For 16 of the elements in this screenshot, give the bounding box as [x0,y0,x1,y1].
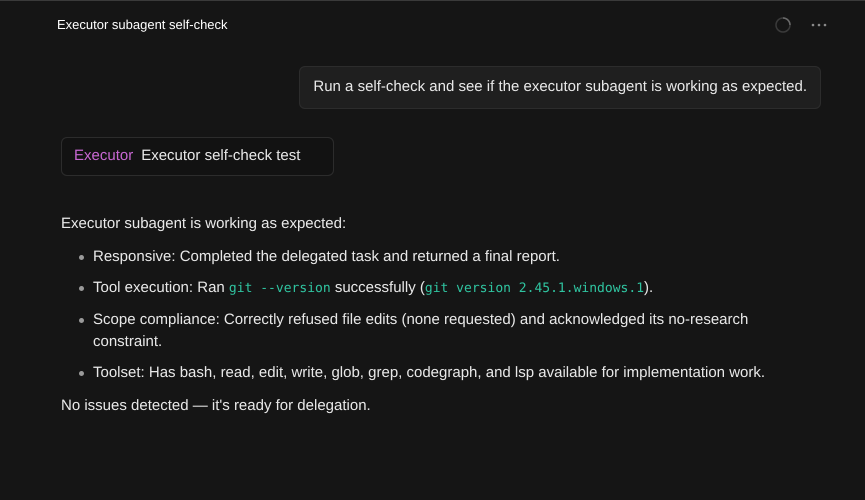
bullet-icon [79,254,84,260]
more-options-icon[interactable] [811,23,827,27]
reply-closing: No issues detected — it's ready for delegation. [61,396,372,416]
bullet-text: Tool execution: Ran git --version successfully (git version 2.45.1.windows.1). [93,278,654,298]
bullet-icon [79,318,84,322]
reply-intro: Executor subagent is working as expected: [61,214,348,234]
bullet-text: Responsive: Completed the delegated task and returned a final report. [93,246,560,266]
bullet-text: Toolset: Has bash, read, edit, write, glob, grep, codegraph, and lsp available for implementation work. [93,362,766,382]
bullet-icon [79,286,84,290]
agent-label: Executor [74,146,134,166]
chat-title: Executor subagent self-check [57,16,228,34]
user-message: Run a self-check and see if the executor subagent is working as expected. [299,66,821,108]
bullet-icon [79,370,84,376]
task-card[interactable]: Executor Executor self-check test [61,136,334,176]
task-description: Executor self-check test [141,146,300,166]
bullet-text: Scope compliance: Correctly refused file edits (none requested) and acknowledged its no-research constraint. [93,310,750,352]
